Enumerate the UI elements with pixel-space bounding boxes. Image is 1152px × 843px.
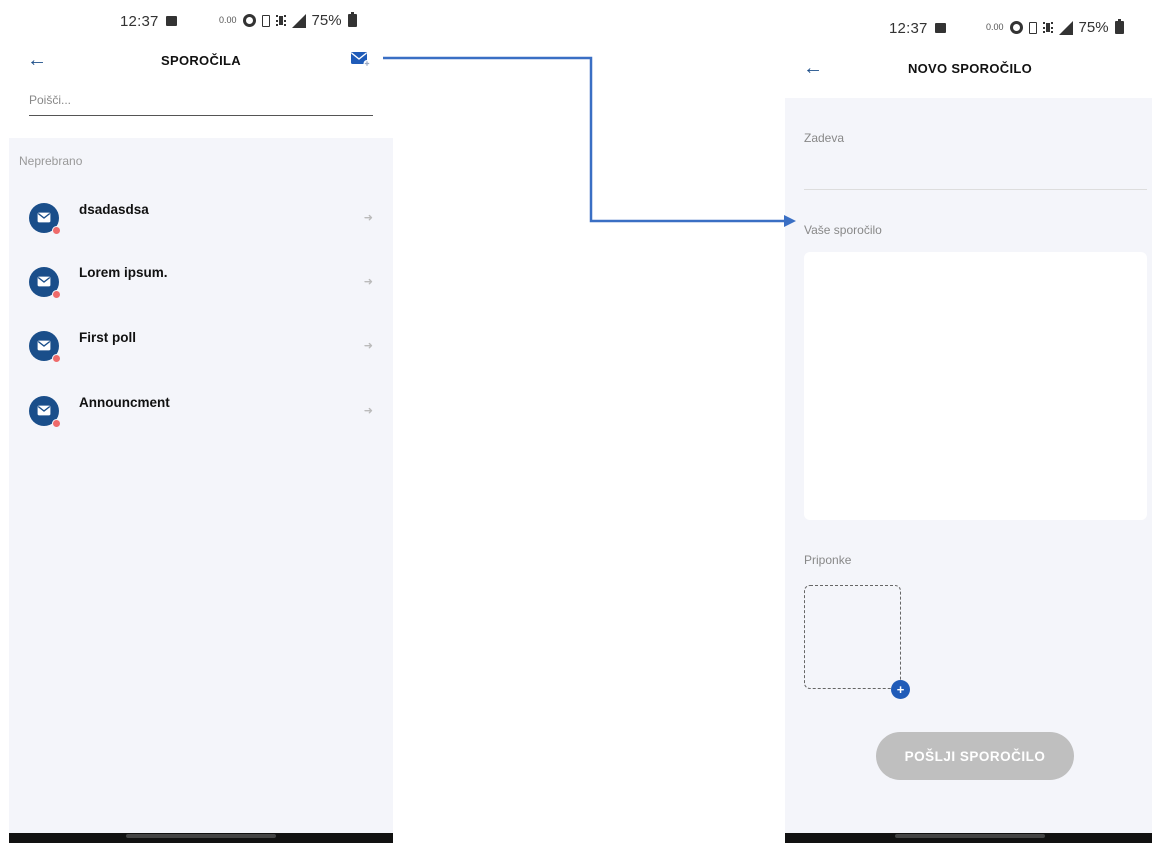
- section-label-unread: Neprebrano: [19, 154, 83, 168]
- navigation-bar: [785, 833, 1152, 843]
- unread-dot: [52, 226, 61, 235]
- page-title: SPOROČILA: [161, 52, 241, 68]
- search-input[interactable]: [29, 86, 373, 114]
- home-indicator[interactable]: [895, 834, 1045, 838]
- inbox-header: ← SPOROČILA: [9, 38, 393, 82]
- attachment-dropzone[interactable]: [804, 585, 901, 689]
- unread-dot: [52, 354, 61, 363]
- navigation-bar: [9, 833, 393, 843]
- send-message-button[interactable]: POŠLJI SPOROČILO: [876, 732, 1074, 780]
- compose-header: ← NOVO SPOROČILO: [785, 46, 1152, 90]
- back-arrow-icon[interactable]: ←: [803, 57, 823, 80]
- unread-dot: [52, 290, 61, 299]
- vibrate-icon: [1042, 22, 1053, 33]
- home-indicator[interactable]: [126, 834, 276, 838]
- alarm-icon: [242, 14, 256, 27]
- battery-icon: [347, 12, 357, 27]
- status-icons: 0.00 75%: [986, 19, 1124, 36]
- status-icons: 0.00 75%: [219, 12, 357, 29]
- arrow-right-icon: ➜: [363, 405, 373, 417]
- attachments-label: Priponke: [804, 553, 852, 567]
- arrow-right-icon: ➜: [363, 276, 373, 288]
- message-title: Announcment: [79, 395, 170, 410]
- message-list: Neprebrano dsadasdsa ➜ Lorem ipsum. ➜ Fi…: [9, 138, 393, 833]
- vibrate-icon: [275, 15, 286, 26]
- message-label: Vaše sporočilo: [804, 223, 882, 237]
- phone-icon: [1028, 21, 1037, 34]
- message-title: First poll: [79, 330, 136, 345]
- data-speed-icon: 0.00: [219, 15, 237, 25]
- arrow-right-icon: ➜: [363, 212, 373, 224]
- inbox-screen: 12:37 0.00 75% ← SPOROČILA Neprebrano: [9, 0, 393, 843]
- subject-input[interactable]: [804, 158, 1147, 190]
- battery-percent: 75%: [1078, 19, 1109, 36]
- status-time: 12:37: [120, 13, 159, 30]
- compose-form: Zadeva Vaše sporočilo Priponke + POŠLJI …: [785, 98, 1152, 833]
- envelope-icon: [29, 331, 61, 363]
- signal-icon: [291, 13, 306, 28]
- message-textarea[interactable]: [804, 252, 1147, 520]
- envelope-icon: [29, 396, 61, 428]
- list-item[interactable]: dsadasdsa ➜: [9, 188, 393, 248]
- alarm-icon: [1009, 21, 1023, 34]
- envelope-icon: [29, 203, 61, 235]
- phone-icon: [261, 14, 270, 27]
- page-title: NOVO SPOROČILO: [907, 60, 1033, 76]
- compose-screen: 12:37 0.00 75% ← NOVO SPOROČILO Zadeva V…: [785, 0, 1152, 843]
- subject-label: Zadeva: [804, 131, 845, 145]
- arrow-right-icon: ➜: [363, 340, 373, 352]
- compose-message-icon[interactable]: [351, 51, 371, 67]
- plus-icon[interactable]: +: [891, 680, 910, 699]
- battery-percent: 75%: [311, 12, 342, 29]
- list-item[interactable]: First poll ➜: [9, 318, 393, 378]
- search-field: [29, 86, 373, 116]
- image-notification-icon: [935, 23, 946, 33]
- envelope-icon: [29, 267, 61, 299]
- image-notification-icon: [166, 16, 177, 26]
- signal-icon: [1058, 20, 1073, 35]
- list-item[interactable]: Announcment ➜: [9, 383, 393, 443]
- status-time: 12:37: [889, 20, 928, 37]
- data-speed-icon: 0.00: [986, 22, 1004, 32]
- status-bar: 12:37 0.00 75%: [785, 0, 1152, 46]
- list-item[interactable]: Lorem ipsum. ➜: [9, 253, 393, 313]
- unread-dot: [52, 419, 61, 428]
- battery-icon: [1114, 19, 1124, 34]
- back-arrow-icon[interactable]: ←: [27, 49, 47, 72]
- message-title: Lorem ipsum.: [79, 265, 168, 280]
- message-title: dsadasdsa: [79, 202, 149, 217]
